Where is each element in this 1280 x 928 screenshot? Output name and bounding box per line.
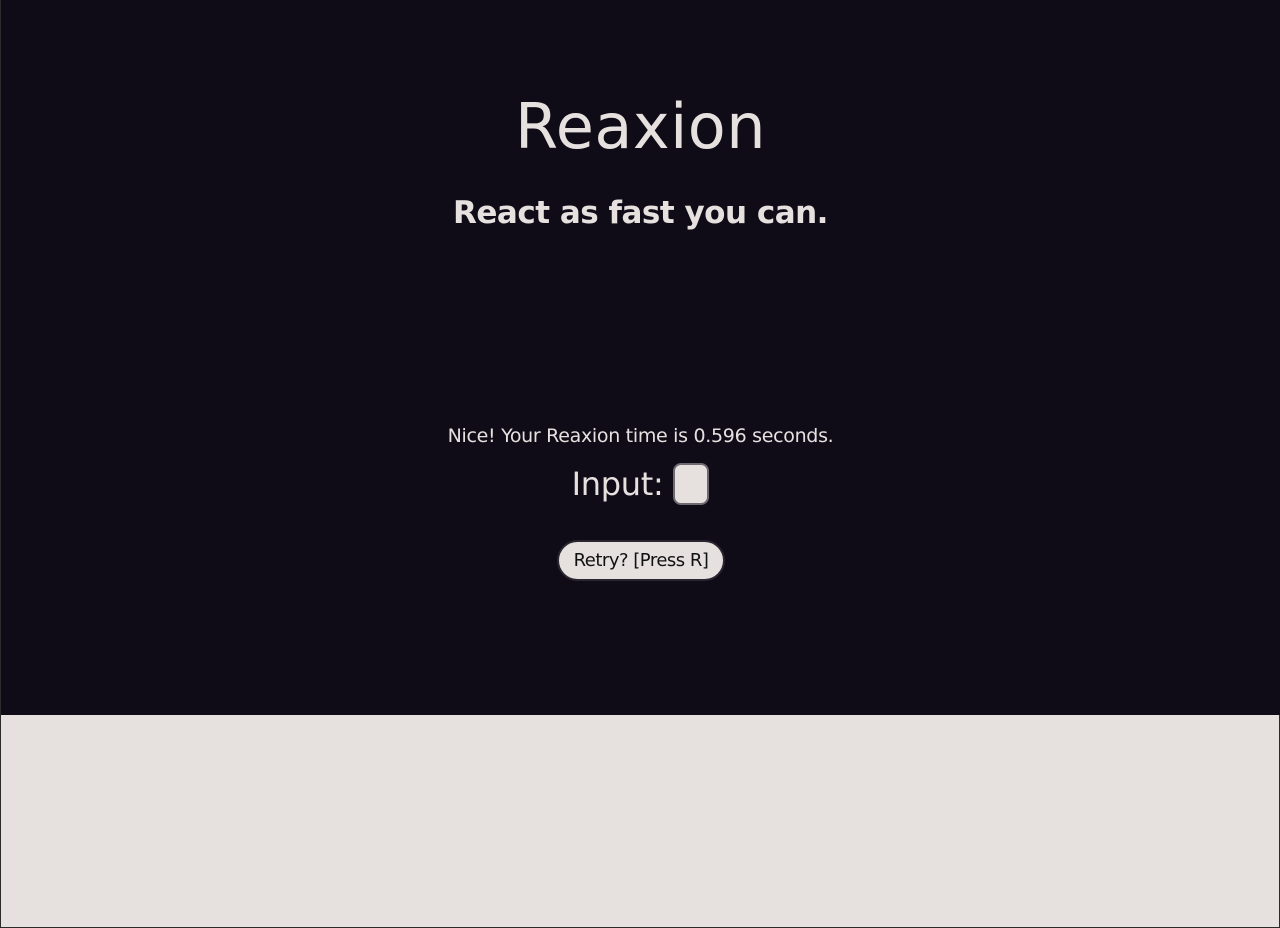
page-title: Reaxion [514, 89, 767, 163]
game-panel: Reaxion React as fast you can. Nice! You… [1, 0, 1280, 715]
input-row: Input: [1, 462, 1280, 506]
page-subtitle: React as fast you can. [453, 194, 828, 231]
key-input[interactable] [673, 463, 710, 505]
input-label: Input: [571, 465, 664, 503]
result-message: Nice! Your Reaxion time is 0.596 seconds… [447, 425, 834, 447]
retry-button[interactable]: Retry? [Press R] [557, 540, 725, 581]
